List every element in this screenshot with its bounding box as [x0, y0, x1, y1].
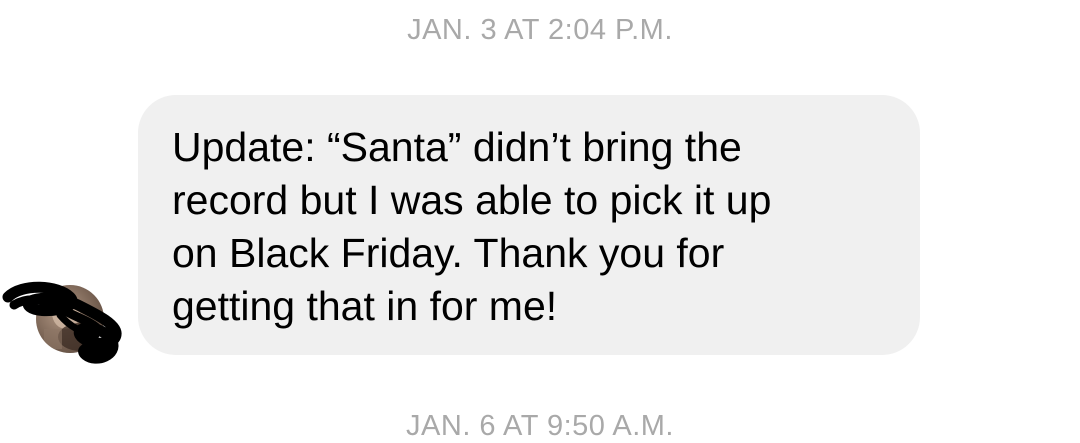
timestamp-top: JAN. 3 AT 2:04 P.M. [407, 14, 673, 46]
message-bubble[interactable]: Update: “Santa” didn’t bring the record … [138, 95, 920, 355]
avatar-icon[interactable] [36, 285, 104, 353]
message-row: Update: “Santa” didn’t bring the record … [0, 95, 1080, 364]
timestamp-bottom: JAN. 6 AT 9:50 A.M. [406, 410, 674, 442]
message-thread: JAN. 3 AT 2:04 P.M. Update: “Santa” didn… [0, 0, 1080, 442]
message-text: Update: “Santa” didn’t bring the record … [172, 124, 772, 329]
